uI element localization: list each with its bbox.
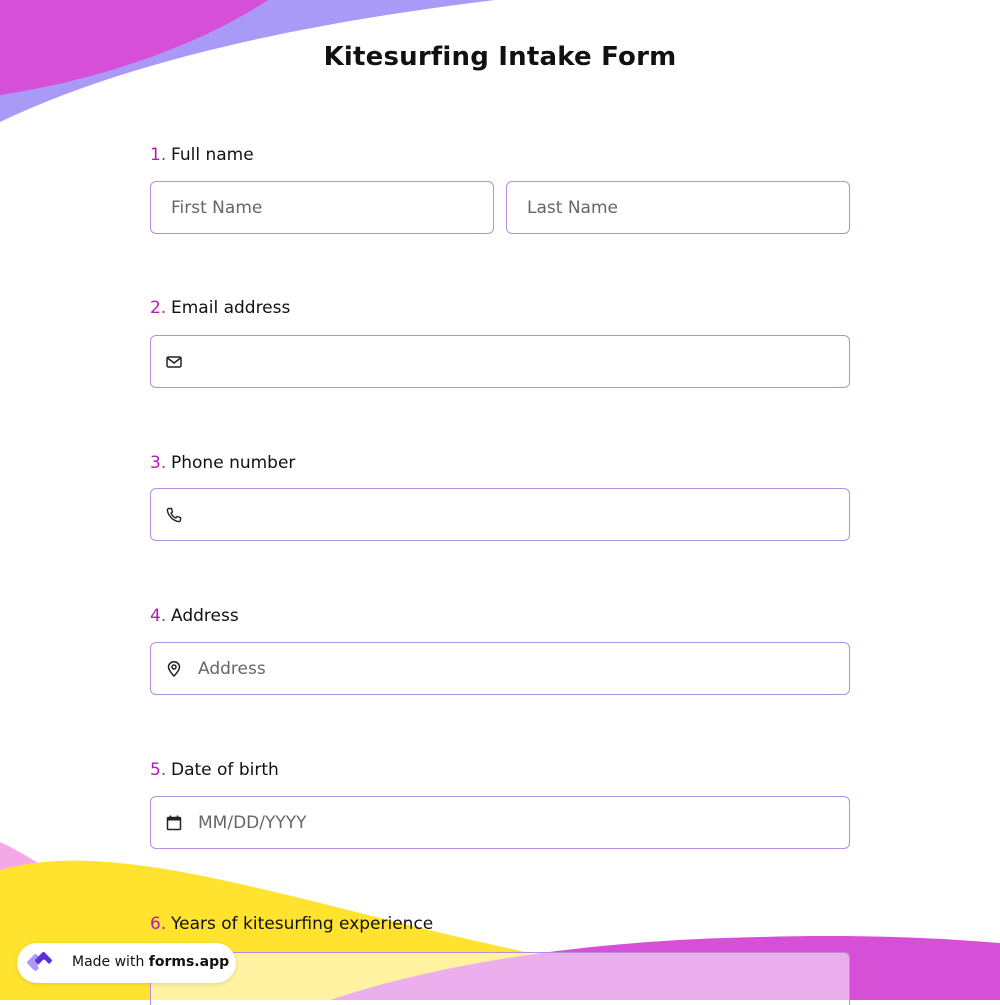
badge-text: Made with forms.app — [72, 954, 229, 970]
address-field[interactable]: Address — [150, 642, 850, 695]
experience-field[interactable] — [150, 952, 850, 1005]
question-label: Years of kitesurfing experience — [171, 914, 434, 934]
question-email: 2. Email address — [150, 298, 290, 318]
made-with-badge[interactable]: Made with forms.app — [17, 943, 236, 983]
question-label: Address — [171, 606, 239, 626]
question-number: 4. — [150, 606, 167, 626]
question-number: 1. — [150, 145, 167, 165]
date-of-birth-placeholder: MM/DD/YYYY — [198, 812, 307, 833]
question-label: Full name — [171, 145, 254, 165]
question-number: 6. — [150, 914, 167, 934]
badge-brand: forms.app — [148, 954, 230, 970]
date-of-birth-field[interactable]: MM/DD/YYYY — [150, 796, 850, 849]
question-label: Date of birth — [171, 760, 279, 780]
form-title: Kitesurfing Intake Form — [323, 42, 677, 72]
address-placeholder: Address — [198, 658, 266, 679]
badge-prefix: Made with — [72, 954, 145, 970]
question-number: 3. — [150, 453, 167, 473]
last-name-field[interactable]: Last Name — [506, 181, 850, 234]
last-name-placeholder: Last Name — [527, 197, 618, 218]
question-full-name: 1. Full name — [150, 145, 254, 165]
phone-icon — [166, 507, 182, 523]
question-phone: 3. Phone number — [150, 453, 295, 473]
question-label: Phone number — [171, 453, 296, 473]
phone-field[interactable] — [150, 488, 850, 541]
envelope-icon — [166, 356, 182, 368]
email-field[interactable] — [150, 335, 850, 388]
question-experience: 6. Years of kitesurfing experience — [150, 914, 433, 934]
calendar-icon — [166, 815, 182, 831]
question-number: 2. — [150, 298, 167, 318]
question-label: Email address — [171, 298, 291, 318]
question-number: 5. — [150, 760, 167, 780]
question-address: 4. Address — [150, 606, 239, 626]
forms-app-logo-icon — [27, 952, 52, 973]
map-pin-icon — [167, 661, 181, 678]
first-name-field[interactable]: First Name — [150, 181, 494, 234]
question-date-of-birth: 5. Date of birth — [150, 760, 279, 780]
first-name-placeholder: First Name — [171, 197, 263, 218]
